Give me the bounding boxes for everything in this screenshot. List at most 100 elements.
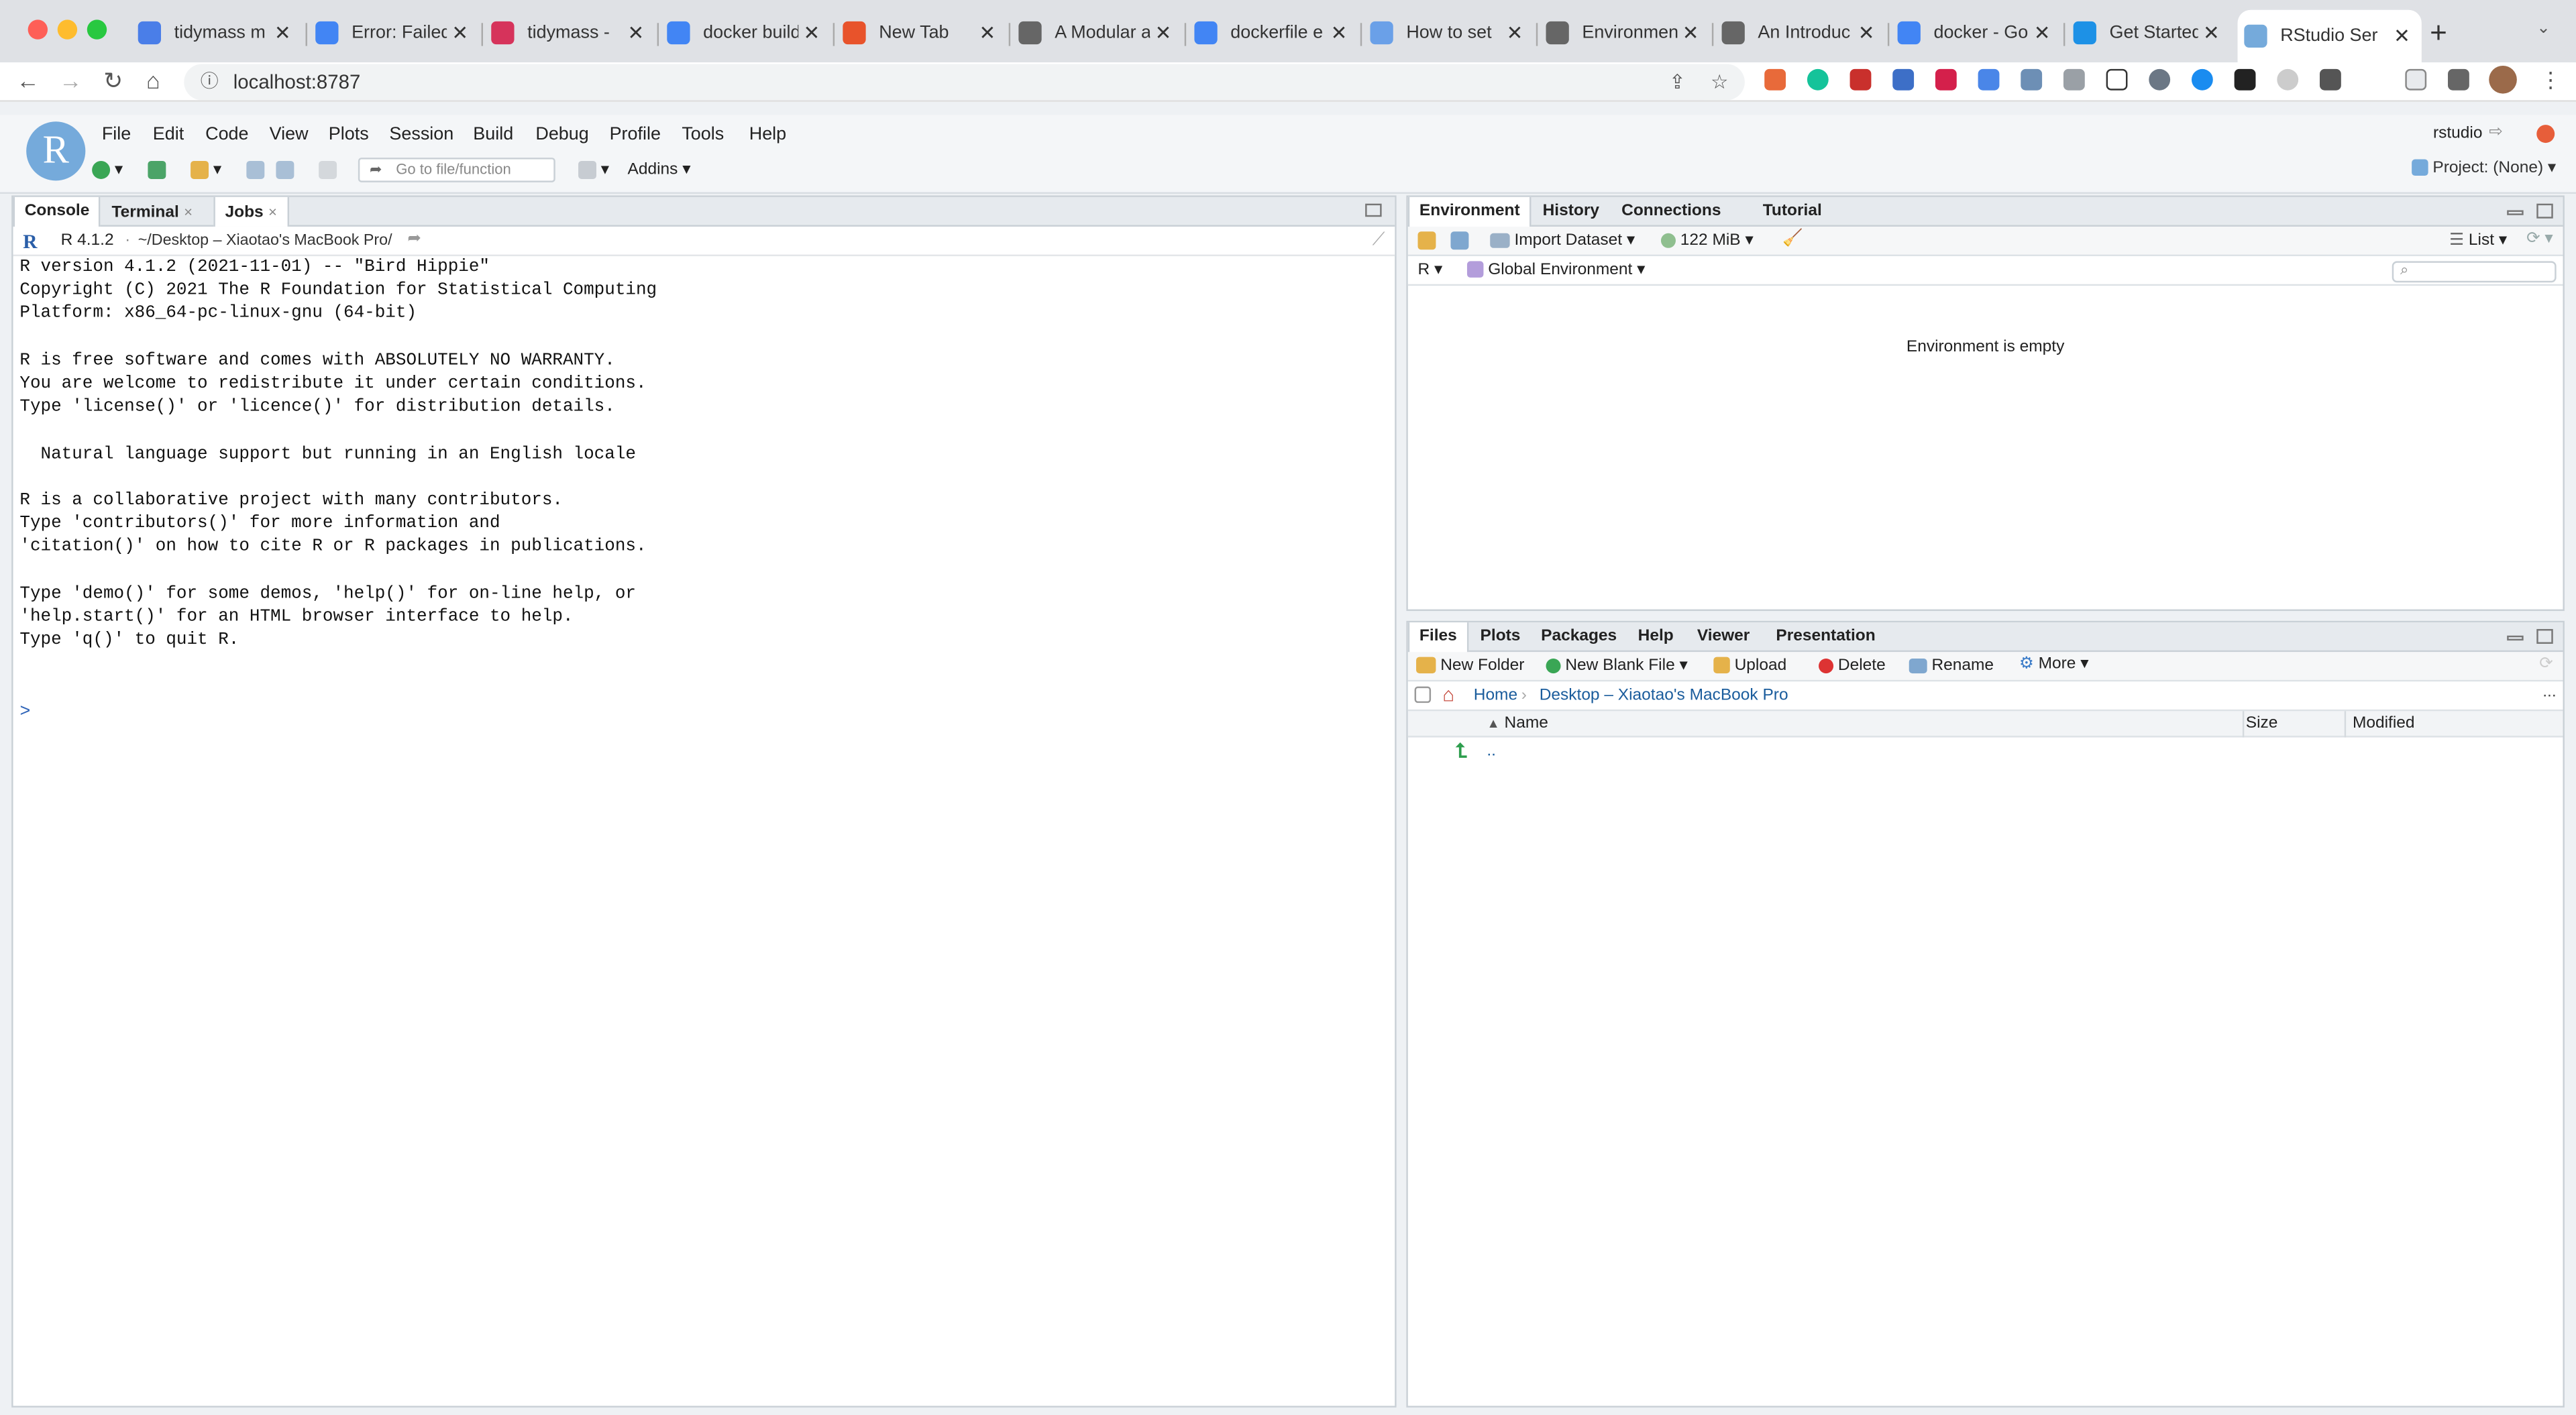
column-name[interactable]: ▲ Name: [1487, 714, 1548, 732]
tab-presentation[interactable]: Presentation: [1766, 622, 1886, 652]
extension-icon[interactable]: [1764, 68, 1786, 91]
column-size[interactable]: Size: [2246, 714, 2278, 732]
breadcrumb-home[interactable]: Home: [1474, 687, 1517, 705]
upload-button[interactable]: Upload: [1713, 657, 1786, 675]
share-icon[interactable]: ⇪: [1669, 64, 1686, 101]
menu-build[interactable]: Build: [473, 125, 513, 144]
close-tab-icon[interactable]: ✕: [447, 21, 473, 44]
file-name[interactable]: ..: [1487, 742, 1496, 760]
profile-avatar[interactable]: [2489, 65, 2517, 94]
mendeley-icon[interactable]: [1935, 68, 1957, 91]
restore-pane-icon[interactable]: [1365, 203, 1382, 217]
minimize-pane-icon[interactable]: [2507, 210, 2524, 215]
extension-icon[interactable]: [2277, 68, 2299, 91]
extension-icon[interactable]: [2063, 68, 2085, 91]
back-icon[interactable]: ←: [16, 67, 39, 93]
import-dataset-button[interactable]: Import Dataset ▾: [1490, 231, 1635, 249]
project-menu[interactable]: Project: (None) ▾: [2412, 160, 2556, 177]
sign-out-icon[interactable]: ⇨: [2489, 123, 2503, 142]
close-window-icon[interactable]: [28, 19, 48, 40]
minimize-pane-icon[interactable]: [2507, 635, 2524, 641]
close-tab-icon[interactable]: ✕: [1853, 21, 1879, 44]
open-file-icon[interactable]: ▾: [191, 161, 221, 186]
browser-tab[interactable]: A Modular a ✕: [1012, 13, 1183, 53]
browser-tab[interactable]: How to set ✕: [1364, 13, 1535, 53]
menu-debug[interactable]: Debug: [535, 125, 588, 144]
extension-icon[interactable]: [2234, 68, 2256, 91]
close-tab-icon[interactable]: ✕: [2029, 21, 2055, 44]
menu-help[interactable]: Help: [749, 125, 786, 144]
tab-help[interactable]: Help: [1628, 622, 1683, 652]
language-select[interactable]: R ▾: [1417, 261, 1442, 279]
tab-connections[interactable]: Connections: [1611, 197, 1731, 227]
console-prompt[interactable]: >: [19, 703, 30, 722]
tab-history[interactable]: History: [1533, 197, 1609, 227]
close-tab-icon[interactable]: ✕: [974, 21, 1000, 44]
menu-view[interactable]: View: [270, 125, 309, 144]
save-icon[interactable]: [246, 161, 265, 186]
environment-search-input[interactable]: ⌕: [2392, 261, 2557, 283]
new-blank-file-button[interactable]: New Blank File ▾: [1546, 657, 1688, 675]
maximize-pane-icon[interactable]: [2536, 203, 2553, 219]
notion-icon[interactable]: [2106, 68, 2128, 91]
reload-icon[interactable]: ↻: [103, 67, 123, 95]
close-tab-icon[interactable]: ✕: [1326, 21, 1352, 44]
clear-objects-broom-icon[interactable]: 🧹: [1782, 230, 1803, 248]
refresh-icon[interactable]: ⟳: [2539, 655, 2553, 673]
tab-viewer[interactable]: Viewer: [1687, 622, 1760, 652]
home-icon[interactable]: ⌂: [146, 67, 160, 93]
breadcrumb-current[interactable]: Desktop – Xiaotao's MacBook Pro: [1540, 687, 1788, 705]
reading-list-icon[interactable]: [2405, 68, 2427, 91]
extension-icon[interactable]: [1849, 68, 1872, 91]
extension-icon[interactable]: [2191, 68, 2213, 91]
extension-icon[interactable]: [2021, 68, 2043, 91]
new-file-icon[interactable]: ▾: [92, 161, 123, 186]
extension-icon[interactable]: [2319, 68, 2341, 91]
clear-console-icon[interactable]: ⟋: [1373, 230, 1385, 251]
tab-terminal[interactable]: Terminal ×: [102, 197, 203, 227]
browser-tab[interactable]: docker - Go ✕: [1891, 13, 2062, 53]
more-menu[interactable]: ⚙ More ▾: [2019, 655, 2089, 673]
close-tab-icon[interactable]: ✕: [2389, 25, 2415, 48]
close-tab-icon[interactable]: ✕: [1677, 21, 1703, 44]
maximize-pane-icon[interactable]: [2536, 628, 2553, 644]
tab-jobs[interactable]: Jobs ×: [213, 196, 289, 227]
select-all-checkbox[interactable]: [1414, 686, 1432, 703]
file-row[interactable]: ⮤ ..: [1408, 738, 2563, 767]
close-tab-icon[interactable]: ✕: [798, 21, 824, 44]
browser-tab[interactable]: Error: Failed ✕: [309, 13, 480, 53]
chrome-menu-icon[interactable]: ⋮: [2540, 67, 2561, 93]
grammarly-icon[interactable]: [1807, 68, 1829, 91]
new-project-icon[interactable]: [148, 161, 166, 186]
workspace-panes-icon[interactable]: ▾: [578, 161, 609, 186]
browser-tab[interactable]: tidymass m ✕: [131, 13, 303, 53]
tab-files[interactable]: Files: [1407, 622, 1468, 654]
translate-icon[interactable]: [1978, 68, 2000, 91]
menu-tools[interactable]: Tools: [682, 125, 724, 144]
load-workspace-icon[interactable]: [1417, 231, 1436, 250]
working-directory[interactable]: ~/Desktop – Xiaotao's MacBook Pro/: [138, 231, 392, 249]
browser-tab[interactable]: An Introduc ✕: [1715, 13, 1886, 53]
delete-button[interactable]: Delete: [1819, 657, 1886, 675]
browser-tab[interactable]: RStudio Ser ✕: [2237, 9, 2422, 63]
close-tab-icon[interactable]: ×: [184, 204, 193, 220]
menu-edit[interactable]: Edit: [153, 125, 184, 144]
extension-icon[interactable]: [1892, 68, 1915, 91]
tab-packages[interactable]: Packages: [1531, 622, 1626, 652]
bookmark-star-icon[interactable]: ☆: [1711, 64, 1728, 101]
home-icon[interactable]: ⌂: [1442, 683, 1454, 706]
console-output[interactable]: R version 4.1.2 (2021-11-01) -- "Bird Hi…: [19, 256, 657, 675]
extensions-puzzle-icon[interactable]: [2448, 68, 2469, 91]
browser-tab[interactable]: Environmen ✕: [1540, 13, 1711, 53]
url-bar[interactable]: ⓘ localhost:8787 ⇪ ☆: [184, 64, 1745, 101]
goto-file-input[interactable]: ➦ Go to file/function: [358, 158, 555, 182]
menu-file[interactable]: File: [102, 125, 131, 144]
tab-environment[interactable]: Environment: [1407, 196, 1532, 229]
more-path-button[interactable]: ...: [2542, 683, 2556, 701]
go-to-directory-icon[interactable]: ➦: [407, 230, 421, 248]
browser-tab[interactable]: tidymass - ✕: [484, 13, 655, 53]
view-mode-select[interactable]: ☰ List ▾: [2449, 231, 2507, 249]
close-tab-icon[interactable]: ✕: [2198, 21, 2224, 44]
browser-tab[interactable]: docker build ✕: [660, 13, 831, 53]
new-folder-button[interactable]: New Folder: [1416, 657, 1524, 675]
